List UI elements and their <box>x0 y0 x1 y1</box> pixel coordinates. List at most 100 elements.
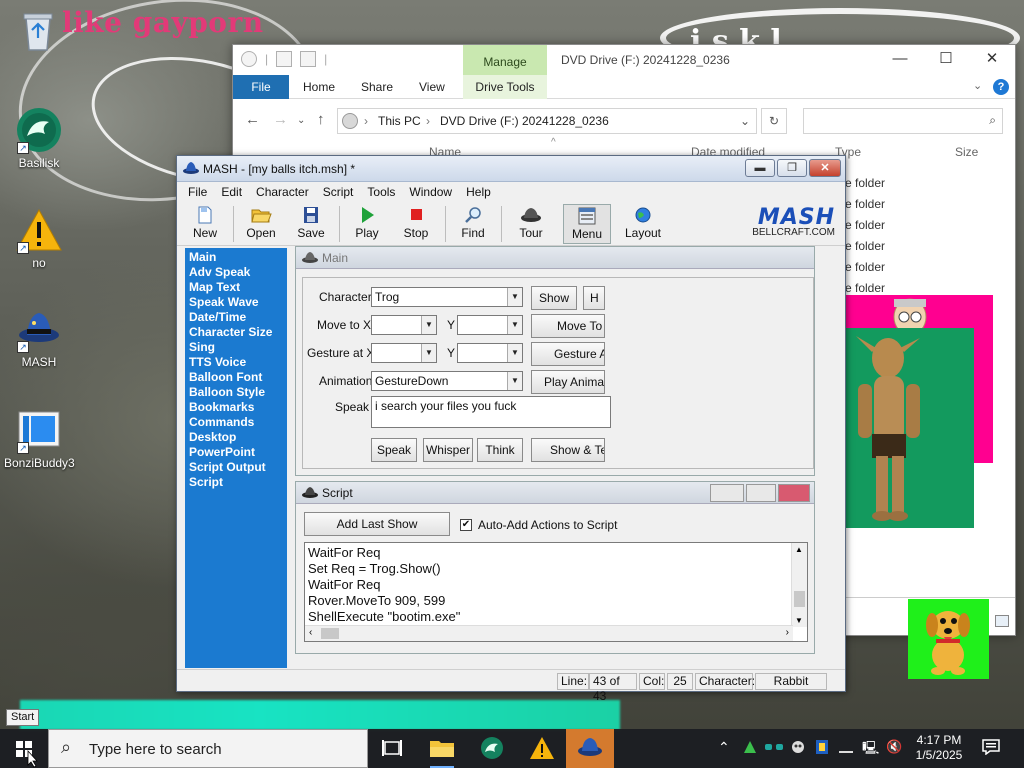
sidebar-item-speak-wave[interactable]: Speak Wave <box>185 295 287 310</box>
desktop-icon-bonzibuddy3[interactable]: ↗ BonziBuddy3 <box>4 406 75 470</box>
minimize-icon[interactable]: ▬ <box>745 159 775 177</box>
sidebar-item-sing[interactable]: Sing <box>185 340 287 355</box>
panel-button[interactable] <box>710 484 744 502</box>
menu-help[interactable]: Help <box>459 182 498 202</box>
panel-close-icon[interactable] <box>778 484 810 502</box>
close-icon[interactable]: ✕ <box>969 45 1015 75</box>
sidebar-item-balloon-font[interactable]: Balloon Font <box>185 370 287 385</box>
save-button[interactable]: Save <box>287 204 335 244</box>
sidebar-item-tts-voice[interactable]: TTS Voice <box>185 355 287 370</box>
script-editor[interactable]: WaitFor Req Set Req = Trog.Show() WaitFo… <box>304 542 808 642</box>
sidebar-item-date-time[interactable]: Date/Time <box>185 310 287 325</box>
mash-window[interactable]: MASH - [my balls itch.msh] * ▬ ❐ ✕ File … <box>176 155 846 703</box>
character-window-dog[interactable] <box>908 599 989 679</box>
column-header-size[interactable]: Size <box>955 145 978 159</box>
details-view-icon[interactable] <box>995 615 1009 627</box>
sidebar-item-main[interactable]: Main <box>185 250 287 265</box>
move-to-y-select[interactable]: ▼ <box>457 315 523 335</box>
play-button[interactable]: Play <box>343 204 391 244</box>
character-select[interactable]: Trog ▼ <box>371 287 523 307</box>
tab-drive-tools[interactable]: Drive Tools <box>463 75 547 99</box>
disc-icon[interactable] <box>241 51 257 67</box>
list-item[interactable]: e folder <box>845 218 885 232</box>
sidebar-item-script-output[interactable]: Script Output <box>185 460 287 475</box>
layout-button[interactable]: Layout <box>619 204 667 244</box>
menu-tools[interactable]: Tools <box>360 182 402 202</box>
scrollbar-thumb[interactable] <box>794 591 805 607</box>
minimize-icon[interactable]: — <box>877 45 923 75</box>
help-icon[interactable]: ? <box>993 79 1009 95</box>
stop-button[interactable]: Stop <box>392 204 440 244</box>
back-arrow-icon[interactable]: ← <box>245 111 260 128</box>
sidebar-item-commands[interactable]: Commands <box>185 415 287 430</box>
character-window-green[interactable] <box>832 328 974 528</box>
forward-arrow-icon[interactable]: → <box>273 111 288 128</box>
taskbar-app-mash[interactable] <box>566 729 614 768</box>
tray-app-icon[interactable] <box>742 739 758 755</box>
new-folder-icon[interactable] <box>300 51 317 67</box>
menu-script[interactable]: Script <box>316 182 361 202</box>
refresh-icon[interactable]: ↻ <box>761 108 787 134</box>
play-animation-button[interactable]: Play Animation <box>531 370 605 394</box>
tab-file[interactable]: File <box>233 75 289 99</box>
sidebar-item-desktop[interactable]: Desktop <box>185 430 287 445</box>
sidebar-item-map-text[interactable]: Map Text <box>185 280 287 295</box>
sunglasses-icon[interactable] <box>764 741 784 753</box>
tray-expand-icon[interactable]: ⌃ <box>718 739 730 756</box>
taskbar-app-warning[interactable] <box>518 729 566 768</box>
breadcrumb-dvd-drive[interactable]: DVD Drive (F:) 20241228_0236 <box>440 114 609 128</box>
breadcrumb-this-pc[interactable]: This PC <box>378 114 421 128</box>
speak-button[interactable]: Speak <box>371 438 417 462</box>
panel-button[interactable] <box>746 484 776 502</box>
chevron-down-icon[interactable]: ⌄ <box>740 114 750 128</box>
up-arrow-icon[interactable]: ↑ <box>317 111 325 128</box>
mash-titlebar[interactable]: MASH - [my balls itch.msh] * ▬ ❐ ✕ <box>177 156 845 182</box>
scroll-left-icon[interactable]: ‹ <box>309 627 312 638</box>
list-item[interactable]: e folder <box>845 197 885 211</box>
sidebar-item-balloon-style[interactable]: Balloon Style <box>185 385 287 400</box>
think-button[interactable]: Think <box>477 438 523 462</box>
tab-share[interactable]: Share <box>347 75 407 99</box>
open-button[interactable]: Open <box>237 204 285 244</box>
close-icon[interactable]: ✕ <box>809 159 841 177</box>
menu-file[interactable]: File <box>181 182 214 202</box>
sidebar-item-bookmarks[interactable]: Bookmarks <box>185 400 287 415</box>
volume-muted-icon[interactable]: 🔇 <box>886 739 902 755</box>
tour-button[interactable]: Tour <box>507 204 555 244</box>
vertical-scrollbar[interactable]: ▲ ▼ <box>791 543 807 627</box>
add-last-show-button[interactable]: Add Last Show <box>304 512 450 536</box>
show-button[interactable]: Show <box>531 286 577 310</box>
chevron-down-icon[interactable]: ⌄ <box>297 115 305 126</box>
new-button[interactable]: New <box>181 204 229 244</box>
recycle-bin-icon[interactable] <box>18 8 58 52</box>
task-view-button[interactable] <box>368 729 416 768</box>
notification-center-icon[interactable] <box>982 739 1000 756</box>
tab-home[interactable]: Home <box>289 75 349 99</box>
scroll-down-icon[interactable]: ▼ <box>795 616 803 625</box>
list-item[interactable]: e folder <box>845 176 885 190</box>
find-button[interactable]: Find <box>449 204 497 244</box>
scroll-right-icon[interactable]: › <box>786 627 789 638</box>
menu-button[interactable]: Menu <box>563 204 611 244</box>
sidebar-item-script[interactable]: Script <box>185 475 287 490</box>
network-icon[interactable]: 🖳 <box>862 739 879 761</box>
restore-icon[interactable]: ❐ <box>777 159 807 177</box>
whisper-button[interactable]: Whisper <box>423 438 473 462</box>
maximize-icon[interactable]: ☐ <box>923 45 969 75</box>
tab-manage[interactable]: Manage <box>463 45 547 75</box>
list-item[interactable]: e folder <box>845 281 885 295</box>
tray-app-icon[interactable] <box>838 739 854 755</box>
tab-view[interactable]: View <box>405 75 459 99</box>
desktop-icon-basilisk[interactable]: ↗ Basilisk <box>4 106 74 170</box>
start-button[interactable] <box>0 729 48 768</box>
taskbar-search-input[interactable]: ⌕ Type here to search <box>48 729 368 768</box>
menu-edit[interactable]: Edit <box>214 182 249 202</box>
speak-textarea[interactable]: i search your files you fuck <box>371 396 611 428</box>
horizontal-scrollbar[interactable]: ‹ › <box>305 625 793 641</box>
list-item[interactable]: e folder <box>845 260 885 274</box>
address-bar[interactable]: › This PC › DVD Drive (F:) 20241228_0236… <box>337 108 757 134</box>
list-item[interactable]: e folder <box>845 239 885 253</box>
scroll-up-icon[interactable]: ▲ <box>795 545 803 554</box>
taskbar-app-basilisk[interactable] <box>468 729 516 768</box>
gesture-at-button[interactable]: Gesture At <box>531 342 605 366</box>
